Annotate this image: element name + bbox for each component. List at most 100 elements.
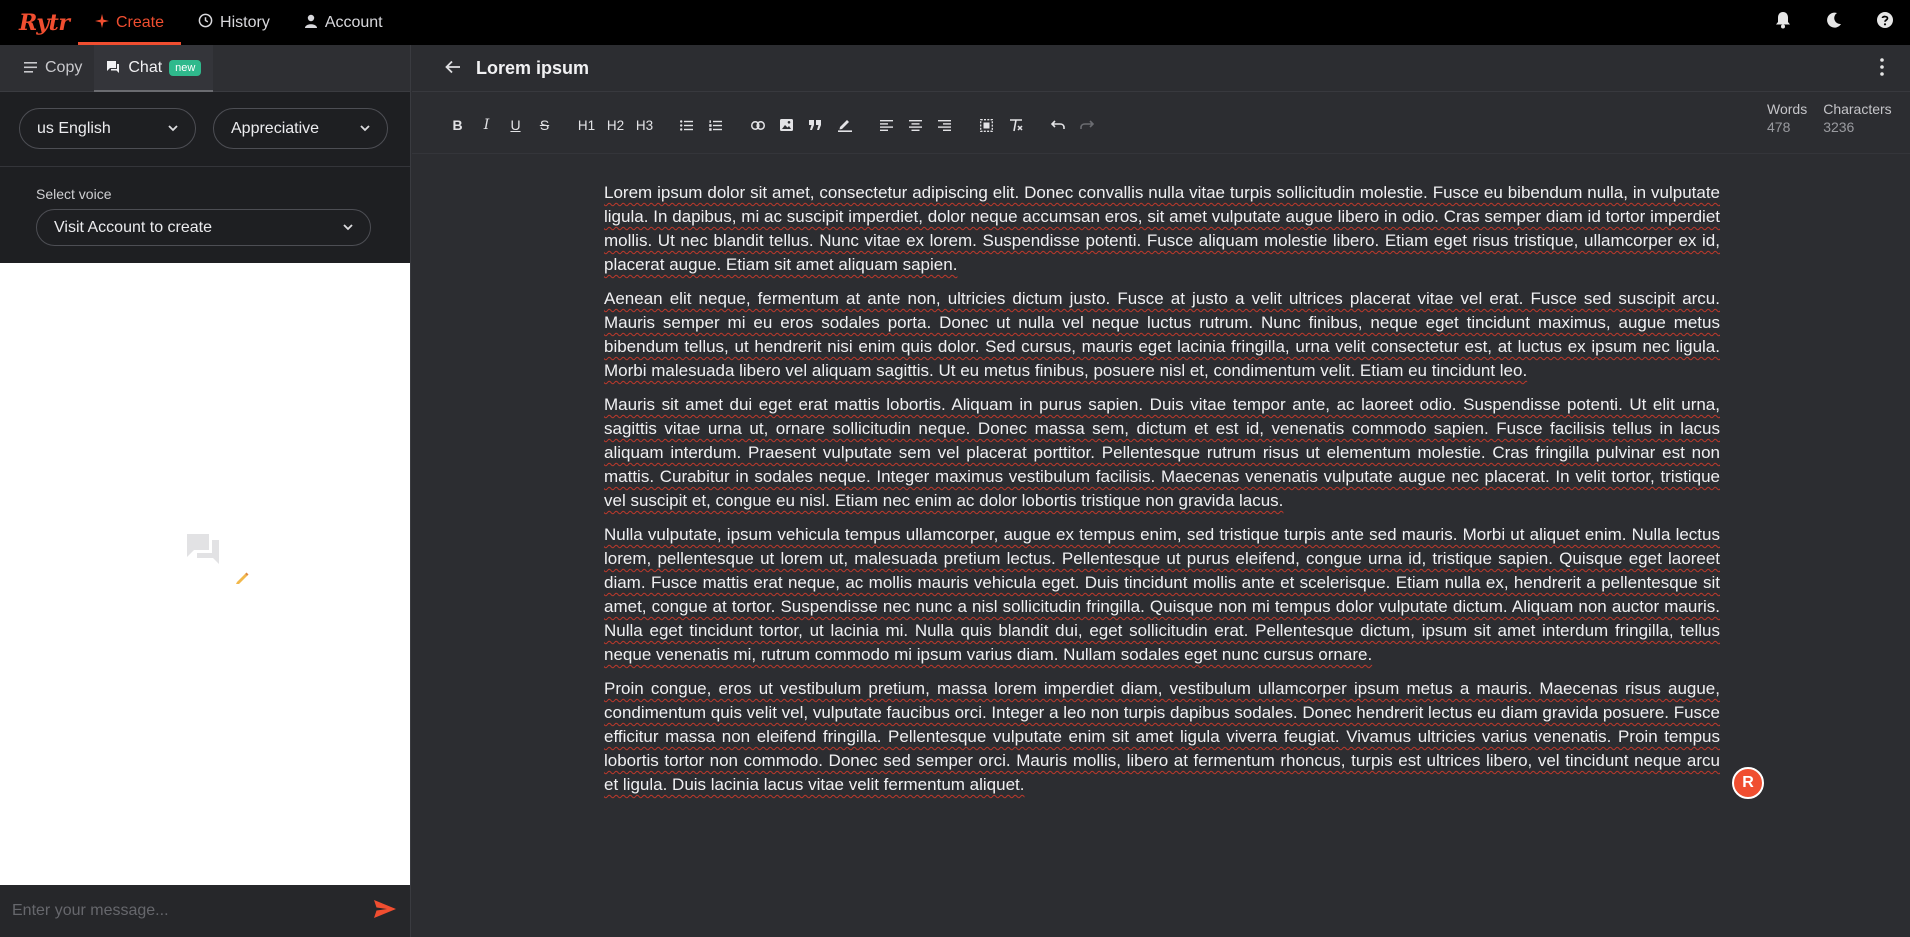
strikethrough-button[interactable]: S [530, 111, 559, 140]
italic-button[interactable]: I [472, 111, 501, 140]
send-icon [374, 899, 396, 923]
heading1-button[interactable]: H1 [572, 111, 601, 140]
heading3-label: H3 [635, 117, 654, 133]
more-options-button[interactable] [1880, 58, 1884, 81]
nav-tab-label: History [220, 13, 270, 31]
paragraph[interactable]: Lorem ipsum dolor sit amet, consectetur … [604, 181, 1720, 277]
writing-hand-icon [235, 571, 249, 588]
paragraph[interactable]: Mauris sit amet dui eget erat mattis lob… [604, 393, 1720, 513]
link-button[interactable] [743, 111, 772, 140]
numbered-list-button[interactable] [701, 111, 730, 140]
moon-icon [1825, 11, 1843, 34]
heading3-button[interactable]: H3 [630, 111, 659, 140]
help-button[interactable] [1859, 0, 1910, 45]
image-icon [780, 119, 793, 131]
voice-select-value: Visit Account to create [54, 218, 213, 236]
heading2-button[interactable]: H2 [601, 111, 630, 140]
bold-button[interactable]: B [443, 111, 472, 140]
chevron-down-icon [343, 222, 353, 234]
bullet-list-icon [680, 119, 693, 131]
italic-icon: I [483, 117, 490, 133]
top-nav: Rytr Create History Account [0, 0, 1910, 45]
chat-icon [106, 60, 120, 77]
paragraph[interactable]: Nulla vulputate, ipsum vehicula tempus u… [604, 523, 1720, 667]
words-label: Words [1767, 101, 1808, 117]
words-count: 478 [1767, 119, 1791, 135]
quote-icon [809, 120, 821, 130]
chevron-down-icon [168, 123, 178, 135]
notifications-button[interactable] [1757, 0, 1808, 45]
voice-select[interactable]: Visit Account to create [36, 209, 371, 246]
heading2-label: H2 [606, 117, 625, 133]
tone-select-value: Appreciative [231, 119, 320, 137]
select-all-button[interactable] [972, 111, 1001, 140]
bell-icon [1775, 11, 1791, 34]
document-header: Lorem ipsum [412, 45, 1910, 92]
heading1-label: H1 [577, 117, 596, 133]
align-right-button[interactable] [930, 111, 959, 140]
undo-button[interactable] [1043, 111, 1072, 140]
strikethrough-icon: S [539, 117, 550, 133]
nav-tab-label: Account [324, 13, 383, 31]
sparkle-icon [95, 13, 109, 32]
clear-format-button[interactable] [1001, 111, 1030, 140]
language-select[interactable]: us English [19, 108, 196, 149]
redo-icon [1079, 120, 1094, 129]
image-button[interactable] [772, 111, 801, 140]
highlight-pen-icon [837, 120, 852, 132]
rytr-floating-badge[interactable]: R [1732, 767, 1764, 799]
underline-icon: U [510, 117, 521, 133]
chevron-down-icon [360, 123, 370, 135]
chat-area [0, 263, 410, 885]
select-row: us English Appreciative [0, 92, 410, 149]
document-title[interactable]: Lorem ipsum [476, 58, 589, 79]
new-badge: new [169, 60, 202, 76]
bullet-list-button[interactable] [672, 111, 701, 140]
align-left-button[interactable] [872, 111, 901, 140]
bold-icon: B [452, 117, 463, 133]
divider [0, 166, 410, 167]
underline-button[interactable]: U [501, 111, 530, 140]
words-stat: Words 478 [1767, 101, 1807, 135]
align-left-icon [880, 119, 893, 131]
send-button[interactable] [372, 898, 398, 924]
text-editor[interactable]: Lorem ipsum dolor sit amet, consectetur … [604, 181, 1720, 807]
redo-button[interactable] [1072, 111, 1101, 140]
help-icon [1876, 11, 1894, 34]
highlight-button[interactable] [830, 111, 859, 140]
left-panel: Copy Chat new us English Appreciative Se… [0, 44, 411, 937]
message-input[interactable] [12, 902, 372, 920]
sidebar-tab-copy[interactable]: Copy [12, 45, 94, 92]
format-toolbar: B I U S H1 H2 H3 [443, 107, 1101, 143]
sidebar-tab-label: Chat [128, 59, 163, 76]
rytr-logo[interactable]: Rytr [19, 10, 78, 36]
theme-toggle-button[interactable] [1808, 0, 1859, 45]
link-icon [750, 120, 765, 130]
sidebar-tab-chat[interactable]: Chat new [94, 44, 214, 92]
align-center-button[interactable] [901, 111, 930, 140]
nav-right-actions [1757, 0, 1910, 45]
document-stats: Words 478 Characters 3236 [1767, 101, 1892, 135]
nav-tab-create[interactable]: Create [78, 0, 182, 45]
sidebar-tabs: Copy Chat new [0, 44, 410, 92]
tone-select[interactable]: Appreciative [213, 108, 388, 149]
characters-label: Characters [1823, 101, 1892, 117]
chat-empty-icon [185, 532, 221, 571]
nav-tab-account[interactable]: Account [287, 0, 400, 45]
arrow-left-icon [445, 60, 460, 73]
language-select-value: us English [37, 119, 111, 137]
lines-icon [24, 60, 37, 76]
sidebar-tab-label: Copy [45, 59, 83, 76]
characters-count: 3236 [1823, 119, 1855, 135]
paragraph[interactable]: Aenean elit neque, fermentum at ante non… [604, 287, 1720, 383]
document-panel: Lorem ipsum B I U S H1 H2 H3 Words 478 C… [412, 45, 1910, 937]
nav-tab-history[interactable]: History [181, 0, 287, 45]
characters-stat: Characters 3236 [1823, 101, 1891, 135]
voice-label: Select voice [36, 186, 112, 202]
undo-icon [1050, 120, 1065, 129]
message-composer [0, 885, 410, 937]
quote-button[interactable] [801, 111, 830, 140]
kebab-icon [1880, 58, 1884, 76]
paragraph[interactable]: Proin congue, eros ut vestibulum pretium… [604, 677, 1720, 797]
back-button[interactable] [445, 58, 461, 79]
